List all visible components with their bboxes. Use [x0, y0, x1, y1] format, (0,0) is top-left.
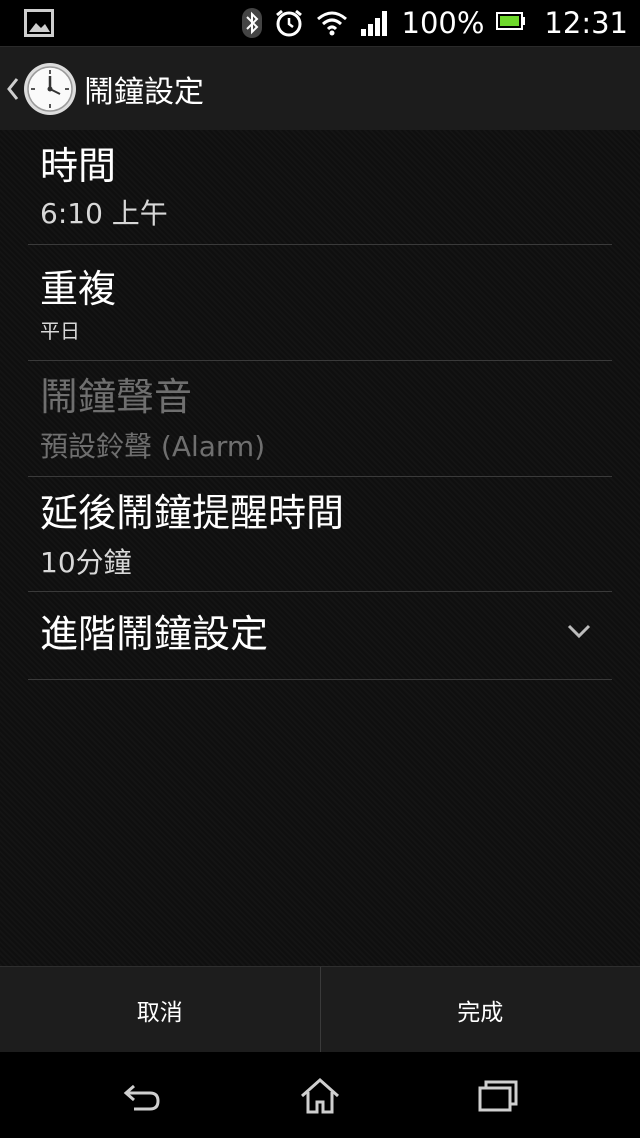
back-icon[interactable]: [120, 1074, 164, 1118]
battery-percent: 100%: [401, 6, 485, 40]
bluetooth-icon: [241, 8, 262, 38]
clock-app-icon[interactable]: [22, 61, 78, 117]
status-icons: 100% 12:31: [241, 0, 628, 46]
clock-time: 12:31: [544, 6, 628, 40]
recent-apps-icon[interactable]: [476, 1074, 520, 1118]
home-icon[interactable]: [298, 1074, 342, 1118]
done-button[interactable]: 完成: [321, 967, 640, 1052]
repeat-setting[interactable]: 重複 平日: [28, 245, 612, 361]
battery-icon: [496, 11, 526, 35]
alarm-sound-setting: 鬧鐘聲音 預設鈴聲 (Alarm): [28, 361, 612, 477]
alarm-sound-value: 預設鈴聲 (Alarm): [40, 430, 266, 463]
status-bar: 100% 12:31: [0, 0, 640, 46]
snooze-setting[interactable]: 延後鬧鐘提醒時間 10分鐘: [28, 477, 612, 592]
image-icon: [24, 9, 54, 37]
cancel-button[interactable]: 取消: [0, 967, 320, 1052]
repeat-setting-label: 重複: [40, 267, 117, 311]
repeat-setting-value: 平日: [40, 319, 80, 343]
snooze-label: 延後鬧鐘提醒時間: [40, 491, 345, 535]
wifi-icon: [316, 9, 348, 37]
settings-list: 時間 6:10 上午 重複 平日 鬧鐘聲音 預設鈴聲 (Alarm) 延後鬧鐘提…: [0, 130, 640, 966]
signal-icon: [360, 9, 390, 37]
alarm-icon: [274, 8, 304, 38]
time-setting-value: 6:10 上午: [40, 197, 168, 230]
advanced-settings[interactable]: 進階鬧鐘設定: [28, 592, 612, 680]
action-bar[interactable]: 鬧鐘設定: [0, 46, 640, 130]
alarm-sound-label: 鬧鐘聲音: [40, 375, 193, 419]
back-chevron-icon[interactable]: [6, 73, 20, 105]
advanced-settings-label: 進階鬧鐘設定: [40, 612, 269, 656]
navigation-bar: [0, 1052, 640, 1138]
page-title: 鬧鐘設定: [84, 74, 204, 110]
time-setting[interactable]: 時間 6:10 上午: [28, 130, 612, 245]
snooze-value: 10分鐘: [40, 546, 132, 579]
button-bar: 取消 完成: [0, 966, 640, 1052]
alarm-settings-screen: 100% 12:31 鬧鐘設定 時間 6:10 上午 重複 平日 鬧鐘聲音 預設…: [0, 0, 640, 1138]
time-setting-label: 時間: [40, 144, 117, 188]
chevron-down-icon[interactable]: [566, 622, 592, 640]
